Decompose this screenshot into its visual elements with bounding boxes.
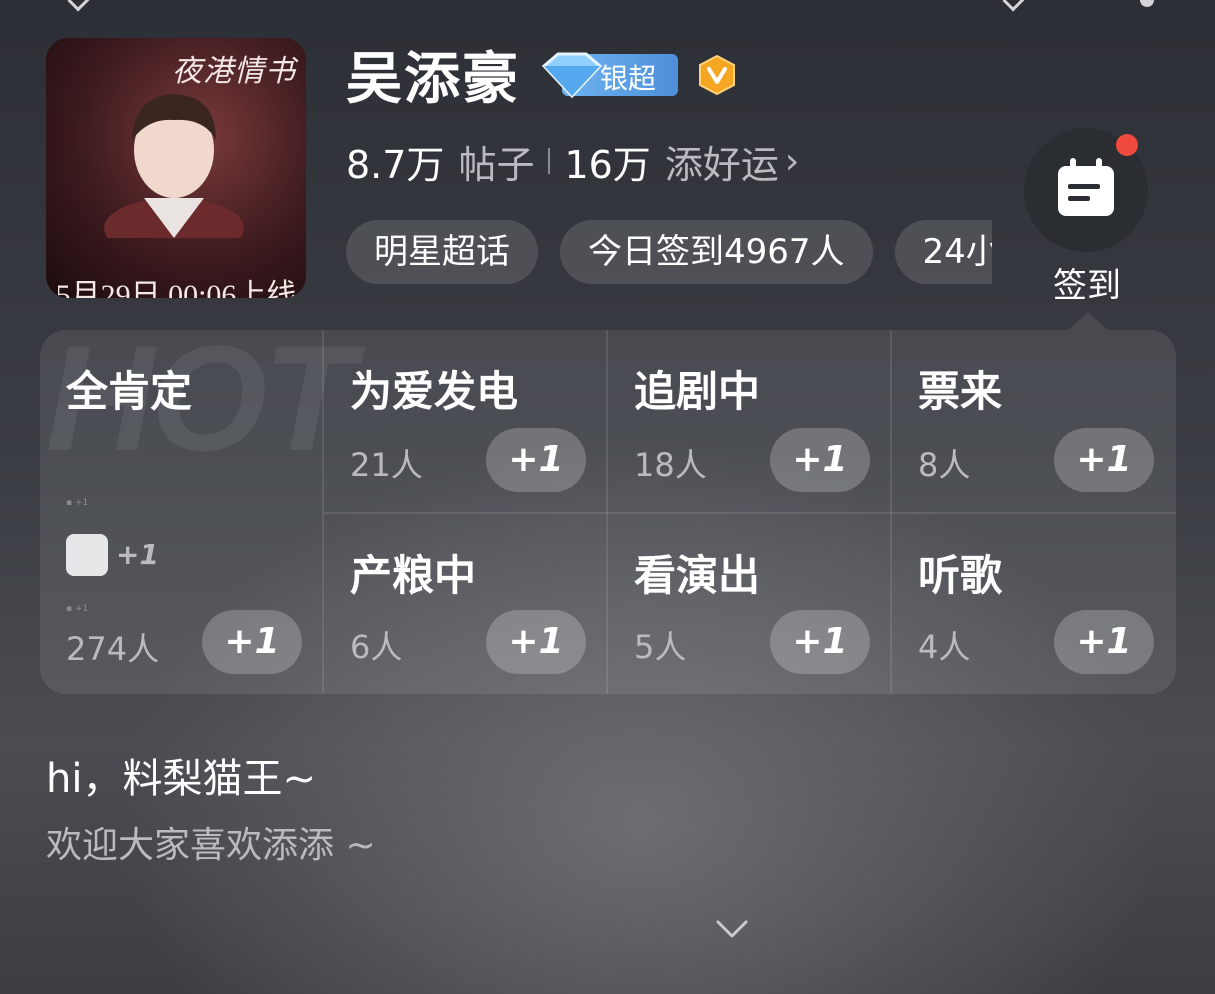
notification-dot: [1116, 134, 1138, 156]
status-count: 21人: [350, 446, 423, 484]
tag-24h[interactable]: 24小: [894, 220, 992, 284]
plus-one-button[interactable]: +1: [1054, 428, 1154, 492]
topic-stats: 8.7万 帖子 16万 添好运 ›: [346, 134, 799, 189]
tag-checkin-count[interactable]: 今日签到4967人: [560, 220, 873, 284]
stats-divider: [548, 148, 551, 174]
checkin-button[interactable]: [1024, 128, 1148, 252]
status-cell[interactable]: 听歌 4人 +1: [892, 514, 1176, 694]
plus-one-button[interactable]: +1: [486, 428, 586, 492]
plus-one-button[interactable]: +1: [1054, 610, 1154, 674]
status-title: 追剧中: [634, 367, 761, 416]
status-cell[interactable]: 票来 8人 +1: [892, 330, 1176, 512]
topic-name: 吴添豪: [346, 47, 520, 112]
status-cell[interactable]: 追剧中 18人 +1: [608, 330, 890, 512]
status-title: 看演出: [634, 551, 761, 600]
calendar-icon: [1058, 158, 1114, 216]
posts-label: 帖子: [458, 142, 535, 187]
chevron-down-icon[interactable]: [714, 918, 750, 940]
checkin-label[interactable]: 签到: [1040, 258, 1134, 307]
plus-one-button[interactable]: +1: [770, 428, 870, 492]
status-title: 票来: [918, 367, 1003, 416]
portrait-illustration: [104, 94, 244, 238]
plus-one-button[interactable]: +1: [770, 610, 870, 674]
fans-count[interactable]: 16万: [564, 134, 650, 189]
status-arrow-icon: [67, 0, 92, 12]
status-cell[interactable]: 为爱发电 21人 +1: [324, 330, 606, 512]
diamond-icon: [541, 52, 603, 98]
status-count: 4人: [918, 628, 971, 666]
status-cell[interactable]: 看演出 5人 +1: [608, 514, 890, 694]
mini-plus: +1: [116, 538, 159, 571]
status-title: 产粮中: [350, 551, 477, 600]
poster-title: 夜港情书: [172, 54, 296, 89]
plus-one-button[interactable]: +1: [486, 610, 586, 674]
posts-count: 8.7万: [346, 142, 445, 187]
status-title: 听歌: [918, 551, 1003, 600]
status-count: 18人: [634, 446, 707, 484]
status-grid-panel: HOT 全肯定 ▪ +1 +1 ▪ +1 274人 +1 为爱发电 21人 +1…: [40, 330, 1176, 694]
verified-v-icon: [699, 54, 735, 96]
chevron-right-icon[interactable]: ›: [785, 141, 799, 182]
status-count: 6人: [350, 628, 403, 666]
avatar: [66, 534, 108, 576]
topic-cover-image[interactable]: 夜港情书 5月29日 00:06上线: [46, 38, 306, 298]
poster-date: 5月29日 00:06上线: [55, 279, 297, 298]
welcome-text: 欢迎大家喜欢添添 ~: [46, 825, 376, 866]
badge-level-text: 银超: [600, 62, 657, 95]
plus-one-button[interactable]: +1: [202, 610, 302, 674]
fans-label[interactable]: 添好运: [665, 134, 779, 189]
tag-star-topic[interactable]: 明星超话: [346, 220, 538, 284]
panel-pointer: [1068, 312, 1108, 330]
status-count: 8人: [918, 446, 971, 484]
status-cell[interactable]: 产粮中 6人 +1: [324, 514, 606, 694]
status-title: 为爱发电: [350, 367, 519, 416]
status-cell-featured[interactable]: 全肯定 ▪ +1 +1 ▪ +1 274人 +1: [40, 330, 322, 694]
status-count: 274人: [66, 630, 160, 668]
silver-super-badge[interactable]: 银超: [538, 52, 678, 98]
mini-caption: ▪ +1: [66, 604, 89, 614]
status-signal-icon: [1002, 0, 1027, 12]
status-count: 5人: [634, 628, 687, 666]
status-title: 全肯定: [66, 367, 193, 416]
status-battery-icon: [1140, 0, 1154, 7]
mini-caption: ▪ +1: [66, 498, 89, 508]
tag-row: 明星超话 今日签到4967人 24小: [346, 220, 992, 286]
greeting-text: hi，料梨猫王~: [46, 756, 316, 802]
